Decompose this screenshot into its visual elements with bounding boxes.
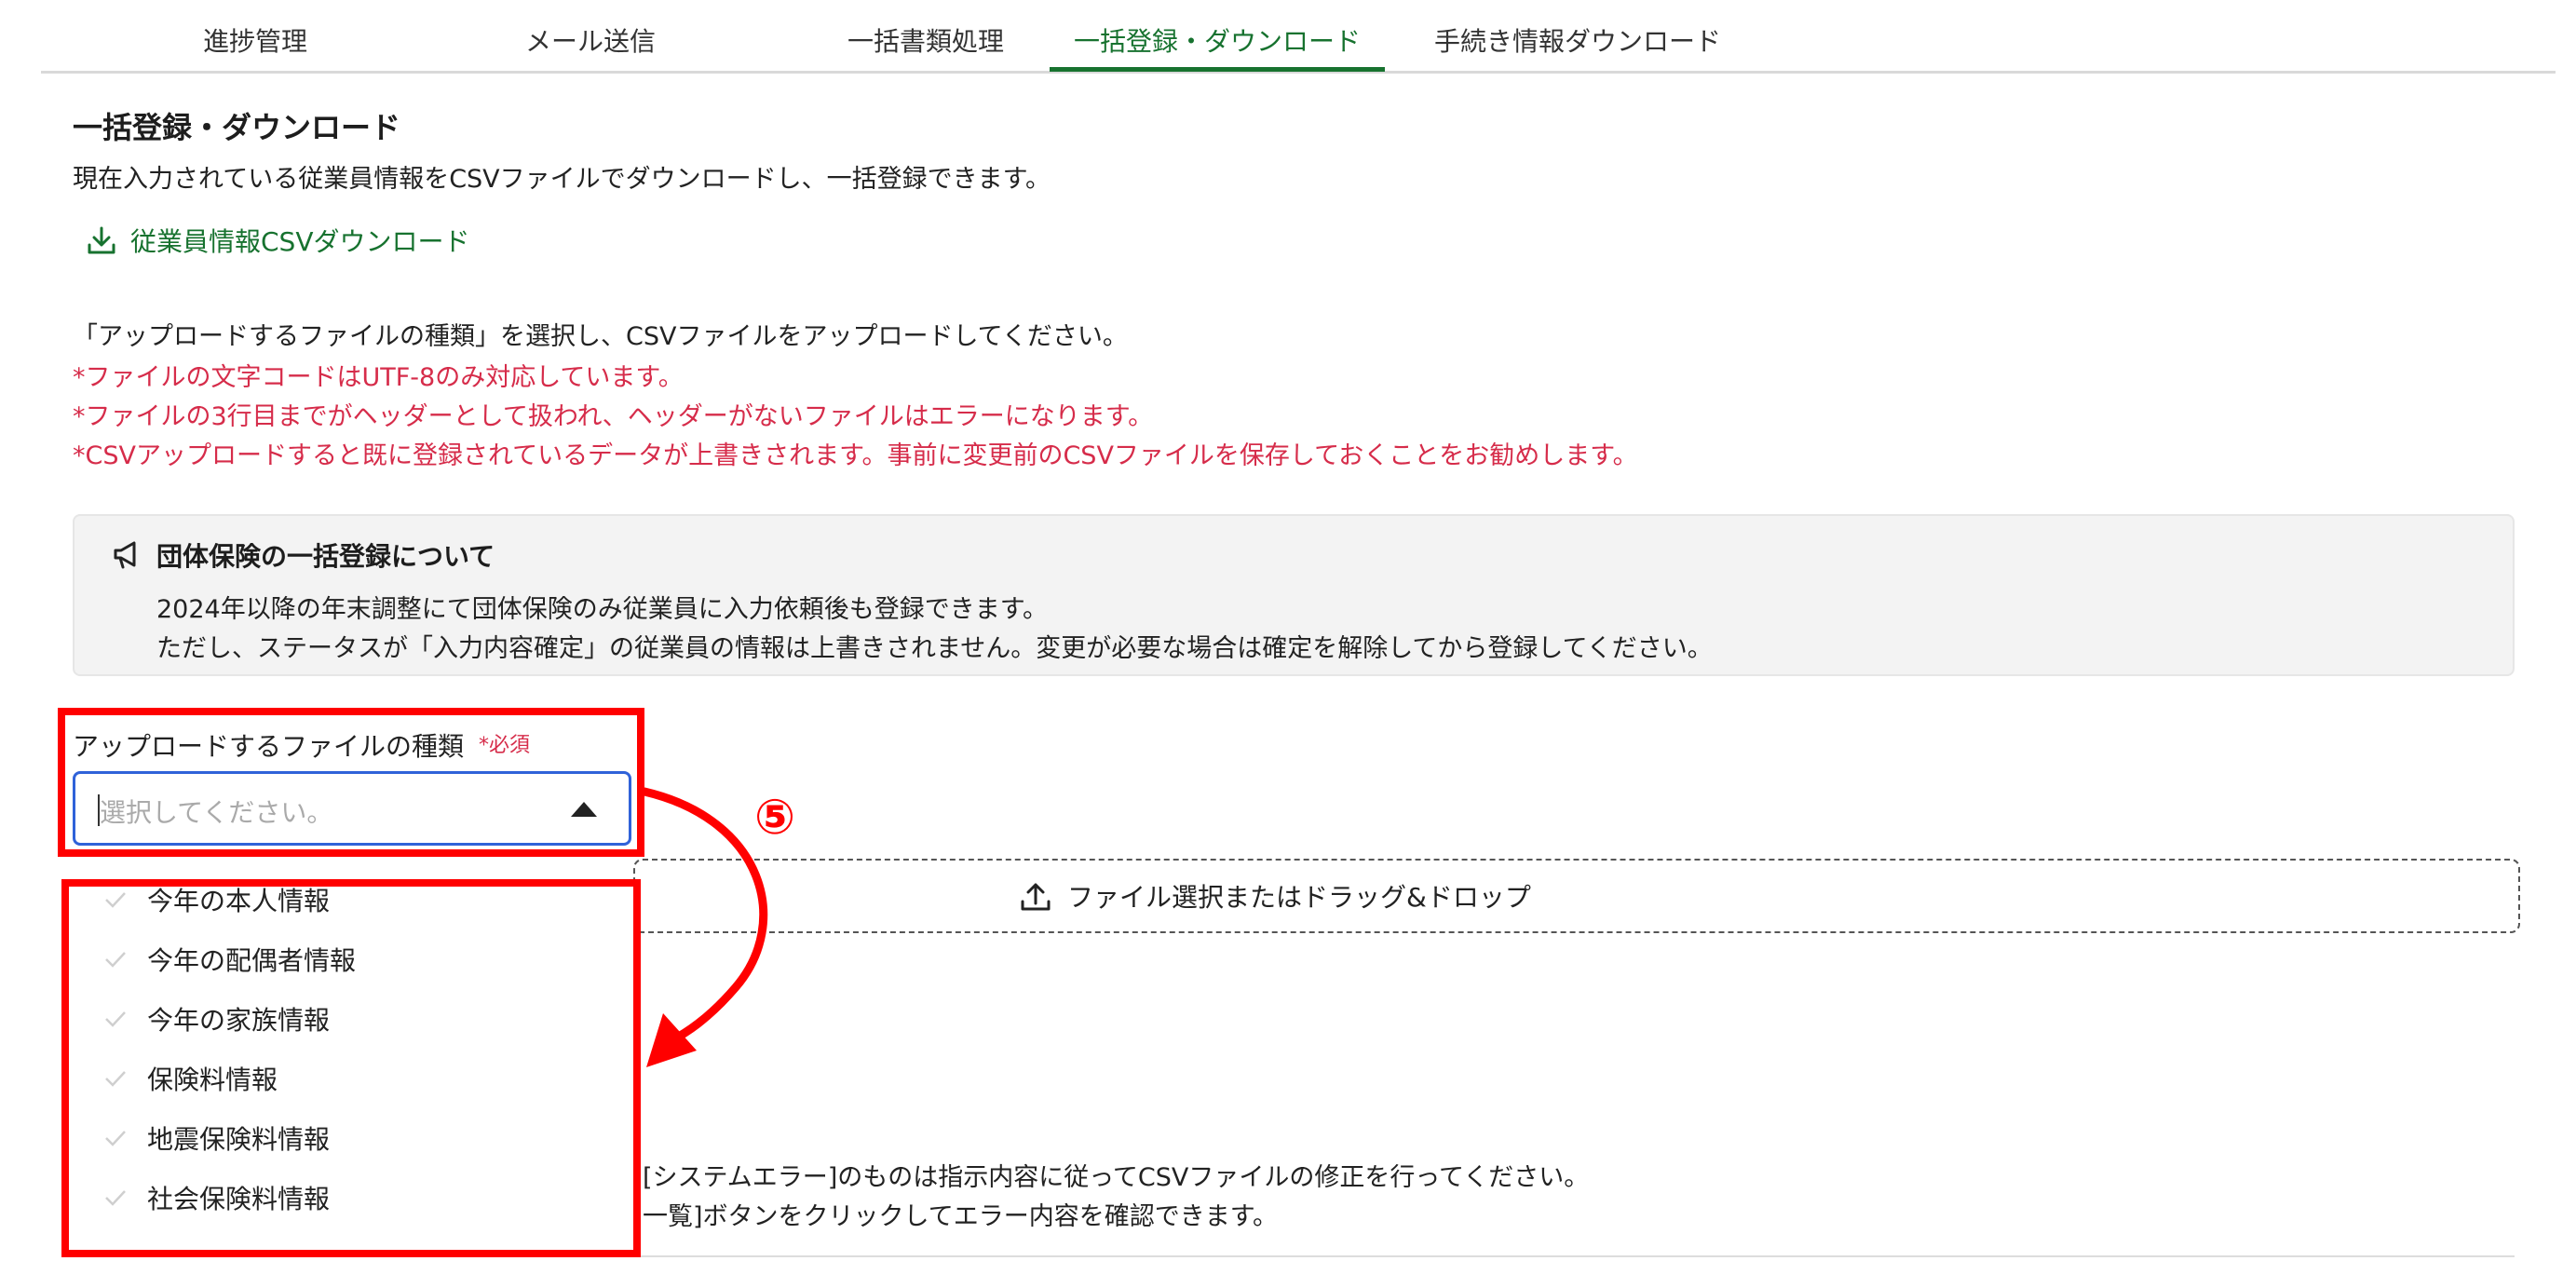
annotation-arrow: [640, 787, 768, 1067]
